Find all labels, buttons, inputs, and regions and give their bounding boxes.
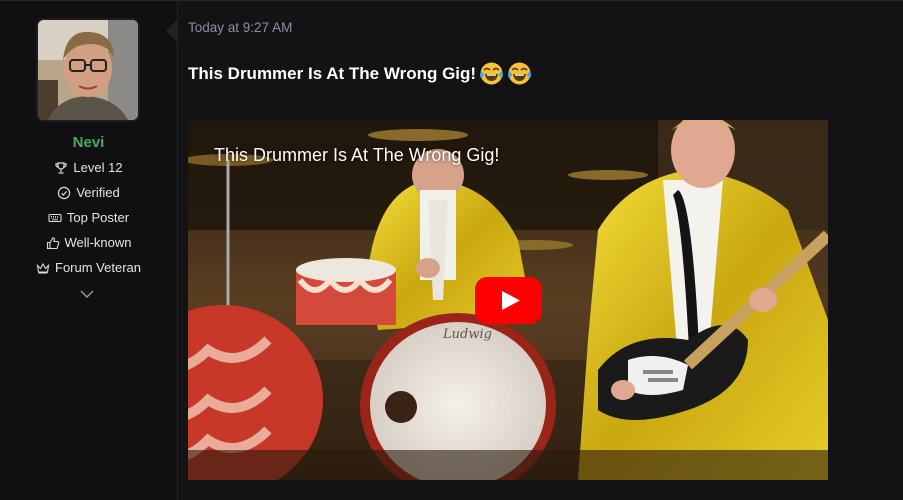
badge-top-poster: Top Poster <box>0 205 177 230</box>
badge-verified: Verified <box>0 180 177 205</box>
post-timestamp[interactable]: Today at 9:27 AM <box>188 20 292 35</box>
check-circle-icon <box>57 186 71 200</box>
badge-label: Level 12 <box>73 160 123 175</box>
badge-level: Level 12 <box>0 155 177 180</box>
youtube-video-embed[interactable]: Ludwig This Drummer Is At The Wrong Gig! <box>188 120 828 480</box>
user-sidebar: Nevi Level 12 Verified Top Poster Well-k… <box>0 1 178 500</box>
post-content: Today at 9:27 AM This Drummer Is At The … <box>178 1 903 500</box>
keyboard-icon <box>48 211 62 225</box>
username[interactable]: Nevi <box>0 134 177 151</box>
badge-label: Verified <box>76 185 120 200</box>
badge-label: Well-known <box>64 235 132 250</box>
badge-forum-veteran: Forum Veteran <box>0 255 177 280</box>
face-with-tears-of-joy-emoji <box>507 61 532 86</box>
badge-well-known: Well-known <box>0 230 177 255</box>
speech-arrow <box>166 20 177 42</box>
badge-label: Top Poster <box>66 210 130 225</box>
forum-post: Nevi Level 12 Verified Top Poster Well-k… <box>0 0 903 500</box>
user-badges: Level 12 Verified Top Poster Well-known <box>0 155 177 280</box>
post-title-text: This Drummer Is At The Wrong Gig! <box>188 63 477 83</box>
trophy-icon <box>54 161 68 175</box>
badge-label: Forum Veteran <box>55 260 141 275</box>
youtube-play-icon[interactable] <box>475 277 542 324</box>
svg-text:Ludwig: Ludwig <box>442 327 492 342</box>
video-title: This Drummer Is At The Wrong Gig! <box>214 145 500 165</box>
face-with-tears-of-joy-emoji <box>479 61 504 86</box>
crown-icon <box>36 261 50 275</box>
post-title: This Drummer Is At The Wrong Gig! <box>188 61 532 86</box>
user-avatar[interactable] <box>36 18 140 122</box>
chevron-down-icon[interactable] <box>79 287 95 299</box>
thumbs-up-icon <box>46 236 60 250</box>
